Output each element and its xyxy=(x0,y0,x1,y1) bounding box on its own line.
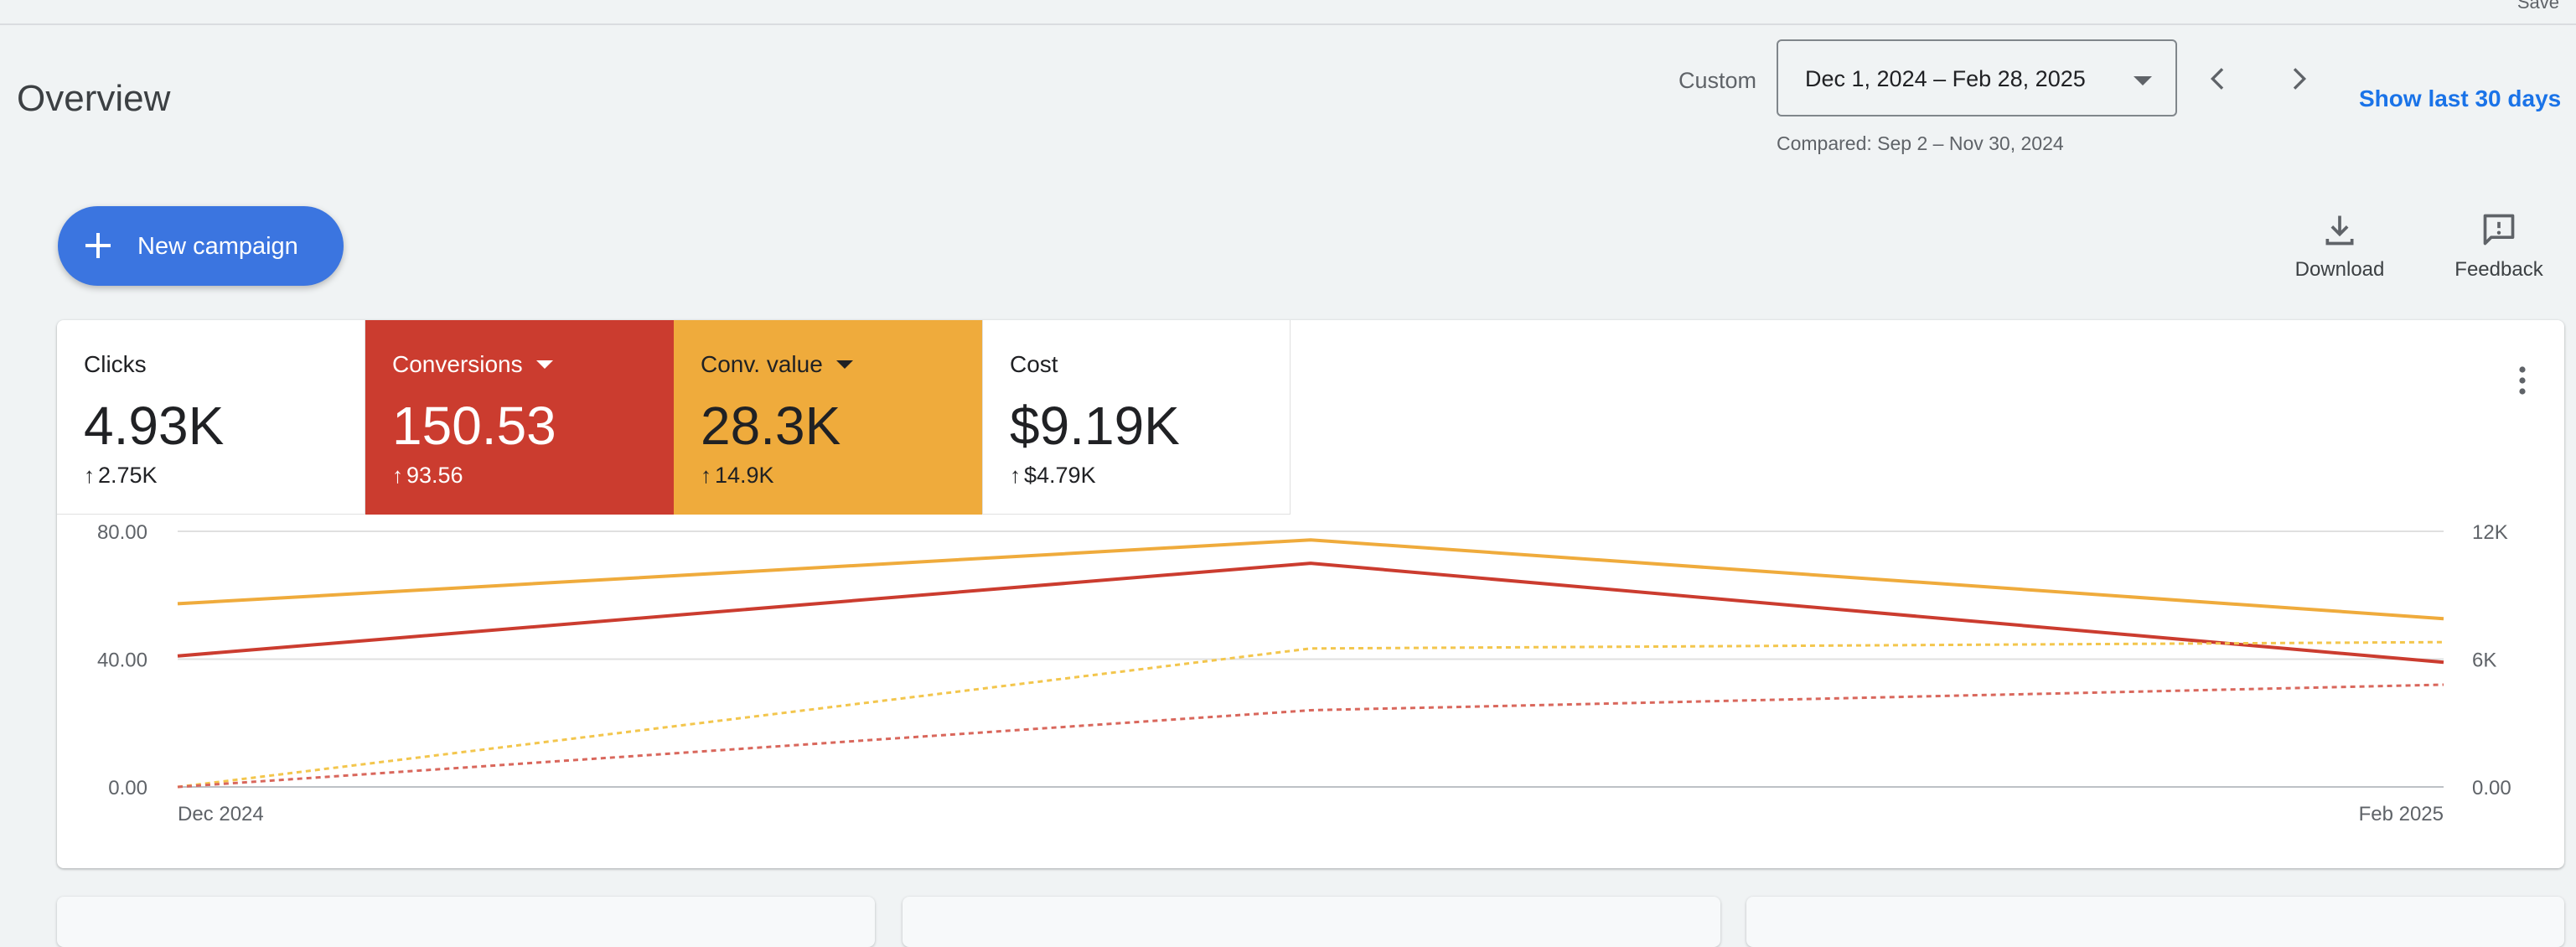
metric-name: Clicks xyxy=(84,351,147,377)
new-campaign-label: New campaign xyxy=(137,233,298,260)
date-range-value: Dec 1, 2024 – Feb 28, 2025 xyxy=(1805,66,2086,91)
left-axis-tick-label: 80.00 xyxy=(97,521,147,544)
save-link[interactable]: Save xyxy=(2517,0,2559,13)
left-axis-tick-label: 40.00 xyxy=(97,649,147,672)
date-mode-label: Custom xyxy=(1679,68,1757,93)
right-axis-tick-label: 6K xyxy=(2472,649,2496,672)
chevron-left-icon xyxy=(2210,68,2224,90)
x-axis-tick-label: Feb 2025 xyxy=(2359,803,2444,825)
metric-value: 28.3K xyxy=(701,396,841,456)
metric-name: Cost xyxy=(1010,351,1058,377)
previous-period-button[interactable] xyxy=(2195,55,2242,102)
left-axis-tick-label: 0.00 xyxy=(108,777,147,800)
next-period-button[interactable] xyxy=(2275,55,2322,102)
x-axis-tick-label: Dec 2024 xyxy=(178,803,264,825)
feedback-icon xyxy=(2483,214,2515,246)
summary-card-3 xyxy=(1746,897,2564,947)
metric-delta: ↑ 93.56 xyxy=(392,463,463,488)
arrow-up-icon: ↑ xyxy=(392,463,403,488)
feedback-label: Feedback xyxy=(2454,258,2543,281)
metric-tile-cost[interactable]: Cost $9.19K ↑ $4.79K xyxy=(982,320,1291,515)
summary-card-1 xyxy=(57,897,875,947)
new-campaign-button[interactable]: New campaign xyxy=(58,206,344,286)
page-title: Overview xyxy=(17,78,171,119)
more-options-icon[interactable] xyxy=(2514,364,2531,397)
metric-tile-clicks[interactable]: Clicks 4.93K ↑ 2.75K xyxy=(57,320,365,515)
download-icon xyxy=(2325,215,2354,246)
caret-down-icon xyxy=(2134,76,2152,85)
performance-card: Clicks 4.93K ↑ 2.75K Conversions 150.53 ↑… xyxy=(57,320,2564,868)
metric-value: $9.19K xyxy=(1010,396,1180,456)
date-range-select[interactable]: Dec 1, 2024 – Feb 28, 2025 xyxy=(1777,39,2177,116)
show-last-30-days-link[interactable]: Show last 30 days xyxy=(2359,84,2561,114)
metric-delta: ↑ $4.79K xyxy=(1010,463,1096,488)
dropdown-arrow-icon[interactable] xyxy=(835,360,853,369)
chevron-right-icon xyxy=(2293,68,2307,90)
arrow-up-icon: ↑ xyxy=(1010,463,1021,488)
comparison-series-line xyxy=(177,640,2444,789)
series-line xyxy=(177,561,2444,665)
feedback-button[interactable]: Feedback xyxy=(2436,211,2562,282)
plus-icon xyxy=(85,233,111,258)
comparison-series-line xyxy=(177,683,2444,789)
series-line xyxy=(177,538,2444,621)
metric-delta: ↑ 14.9K xyxy=(701,463,774,488)
right-axis-tick-label: 12K xyxy=(2472,521,2508,544)
right-axis-tick-label: 0.00 xyxy=(2472,777,2511,800)
dropdown-arrow-icon[interactable] xyxy=(535,360,553,369)
metric-name: Conversions xyxy=(392,350,553,379)
arrow-up-icon: ↑ xyxy=(701,463,711,488)
metric-tile-conv-value[interactable]: Conv. value 28.3K ↑ 14.9K xyxy=(674,320,982,515)
metric-name: Conv. value xyxy=(701,350,853,379)
download-label: Download xyxy=(2294,258,2385,281)
metric-delta: ↑ 2.75K xyxy=(84,463,158,488)
metric-value: 4.93K xyxy=(84,396,225,456)
performance-chart: 80.00 40.00 0.00 12K 6K 0.00 Dec 2024 Feb 2025 xyxy=(97,521,2511,825)
summary-card-2 xyxy=(903,897,1720,947)
compared-range: Compared: Sep 2 – Nov 30, 2024 xyxy=(1777,132,2064,154)
metric-value: 150.53 xyxy=(392,396,556,456)
arrow-up-icon: ↑ xyxy=(84,463,95,488)
top-divider xyxy=(0,23,2576,25)
download-button[interactable]: Download xyxy=(2277,211,2403,282)
metric-tile-conversions[interactable]: Conversions 150.53 ↑ 93.56 xyxy=(365,320,674,515)
